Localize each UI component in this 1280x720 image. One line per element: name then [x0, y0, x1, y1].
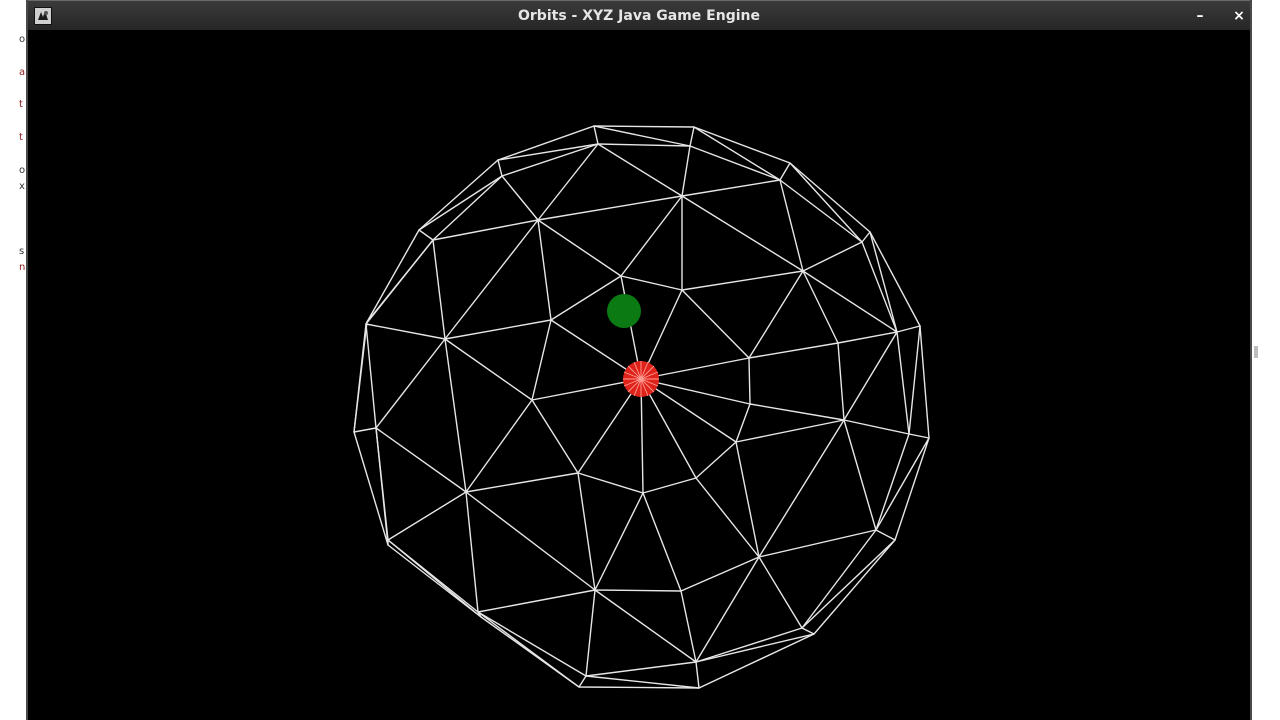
wireframe-sphere [353, 125, 930, 689]
scene-canvas [353, 125, 930, 689]
planet-sphere [607, 294, 641, 328]
sun-sphere [623, 361, 659, 397]
sun-wireframe [623, 361, 659, 397]
render-viewport[interactable] [28, 30, 1250, 720]
app-window: Orbits - XYZ Java Game Engine – × [26, 0, 1252, 720]
desktop: o a t t o x s n Orbits - XYZ Java Game E… [0, 0, 1280, 720]
sphere-edges [365, 143, 910, 677]
sphere-ring [365, 143, 910, 677]
